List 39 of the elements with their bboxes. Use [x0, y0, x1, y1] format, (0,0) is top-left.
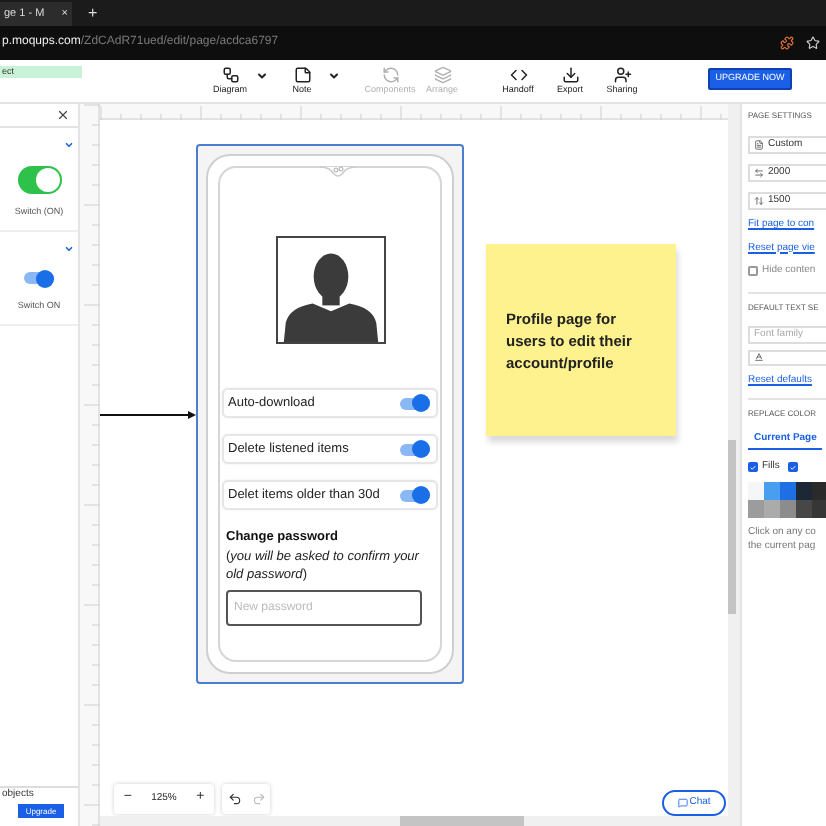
bookmark-star-icon[interactable]: [806, 36, 820, 50]
close-icon[interactable]: [56, 108, 70, 122]
connector-arrow: [100, 410, 196, 420]
switch[interactable]: [400, 440, 430, 458]
switch[interactable]: [400, 486, 430, 504]
workflow-icon: [221, 66, 239, 84]
color-swatch[interactable]: [796, 481, 812, 499]
code-icon: [509, 66, 527, 84]
color-swatch[interactable]: [812, 481, 826, 499]
vertical-scrollbar[interactable]: [728, 104, 740, 826]
switch[interactable]: [24, 269, 54, 288]
switch[interactable]: [400, 394, 430, 412]
text-color-icon: [754, 352, 764, 362]
undo-icon[interactable]: [227, 792, 241, 806]
chat-icon: [677, 798, 688, 808]
caret-icon: [328, 70, 340, 82]
switch[interactable]: [17, 166, 61, 194]
checkbox[interactable]: [787, 462, 798, 473]
color-swatch[interactable]: [748, 481, 764, 499]
download-icon: [561, 66, 579, 84]
horizontal-arrows-icon: [754, 168, 764, 178]
color-swatch[interactable]: [764, 481, 780, 499]
refresh-icon: [381, 66, 399, 84]
caret-icon[interactable]: [64, 243, 74, 254]
color-swatch[interactable]: [780, 481, 796, 499]
page-icon: [754, 140, 764, 150]
layers-icon: [433, 66, 451, 84]
sticky-note-icon: [293, 66, 311, 84]
new-tab-button[interactable]: +: [88, 2, 98, 26]
user-plus-icon: [613, 66, 631, 84]
font-size-field[interactable]: [748, 349, 826, 365]
caret-icon[interactable]: [64, 140, 74, 150]
horizontal-scrollbar[interactable]: [100, 816, 728, 826]
checkbox[interactable]: [748, 266, 758, 277]
caret-icon: [256, 70, 268, 82]
vertical-arrows-icon: [754, 196, 764, 206]
checkbox[interactable]: [748, 462, 758, 473]
user-silhouette-icon: [275, 236, 385, 344]
extension-icon[interactable]: [780, 36, 794, 50]
